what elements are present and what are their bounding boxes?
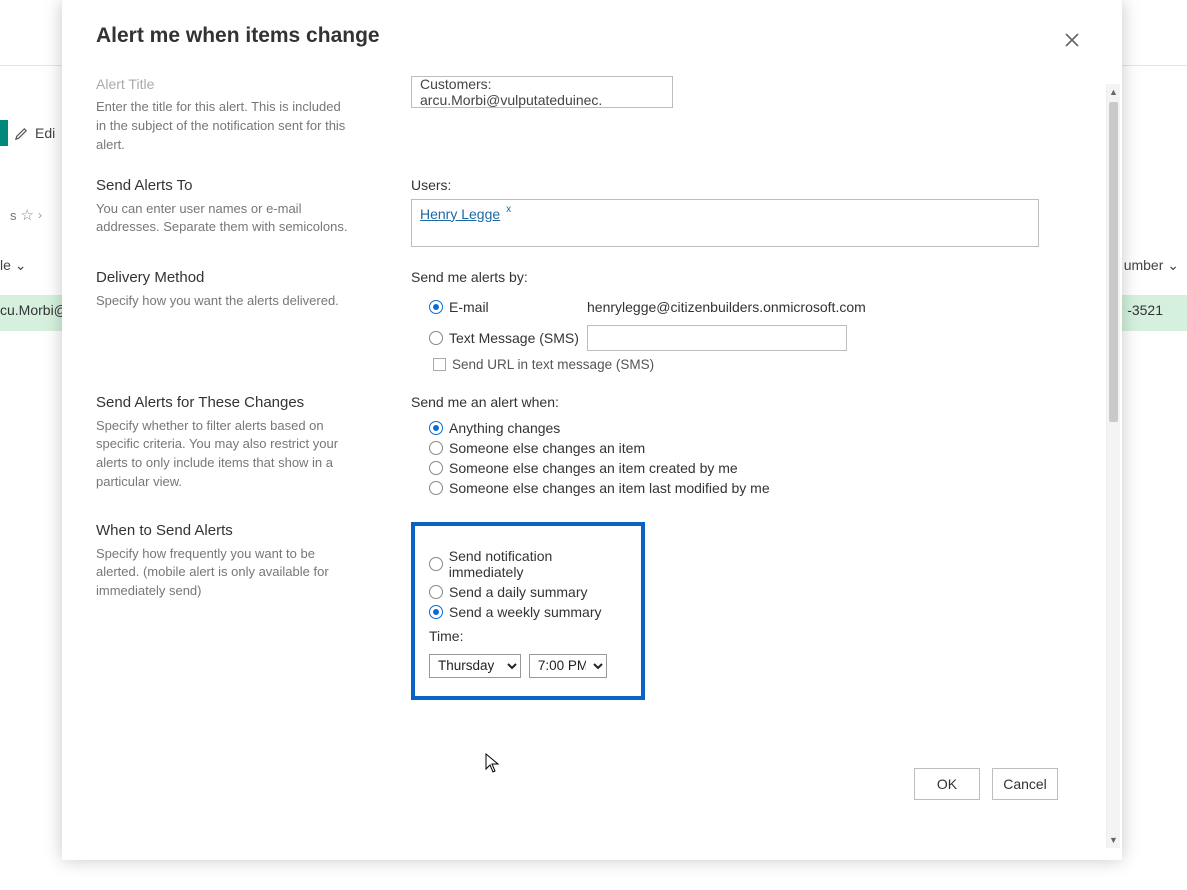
close-icon <box>1064 32 1080 48</box>
bg-row-left: cu.Morbi@ <box>0 302 68 318</box>
bg-crumb-s: s <box>10 208 17 223</box>
send-to-desc: You can enter user names or e-mail addre… <box>96 200 351 238</box>
changes-else-item-radio[interactable] <box>429 441 443 455</box>
when-highlight-box: Send notification immediately Send a dai… <box>411 522 645 700</box>
ok-button[interactable]: OK <box>914 768 980 800</box>
delivery-desc: Specify how you want the alerts delivere… <box>96 292 351 311</box>
close-button[interactable] <box>1056 24 1088 56</box>
time-select[interactable]: 7:00 PM <box>529 654 607 678</box>
sms-number-input[interactable] <box>587 325 847 351</box>
delivery-email-label: E-mail <box>449 299 489 315</box>
cancel-button[interactable]: Cancel <box>992 768 1058 800</box>
alert-title-value: Customers: arcu.Morbi@vulputateduinec. <box>420 76 664 108</box>
bg-accent-strip <box>0 120 8 146</box>
section-changes: Send Alerts for These Changes Specify wh… <box>96 372 1082 500</box>
changes-label: Send me an alert when: <box>411 394 1082 410</box>
delivery-sms-label: Text Message (SMS) <box>449 330 579 346</box>
dialog-footer: OK Cancel <box>914 768 1058 800</box>
bg-breadcrumb: s ☆ › <box>10 206 42 224</box>
changes-else-modified-radio[interactable] <box>429 481 443 495</box>
when-daily-label: Send a daily summary <box>449 584 588 600</box>
chevron-right-icon: › <box>38 208 42 222</box>
bg-row-number: -3521 <box>1127 302 1163 318</box>
when-immediate-radio[interactable] <box>429 557 443 571</box>
when-weekly-label: Send a weekly summary <box>449 604 602 620</box>
bg-edit-button[interactable]: Edi <box>0 120 55 146</box>
changes-else-created-radio[interactable] <box>429 461 443 475</box>
changes-else-modified-label: Someone else changes an item last modifi… <box>449 480 770 496</box>
changes-else-created-label: Someone else changes an item created by … <box>449 460 738 476</box>
delivery-label: Send me alerts by: <box>411 269 1082 285</box>
changes-desc: Specify whether to filter alerts based o… <box>96 417 351 492</box>
when-heading: When to Send Alerts <box>96 522 351 539</box>
sms-url-checkbox[interactable] <box>433 358 446 371</box>
changes-any-radio[interactable] <box>429 421 443 435</box>
delivery-email-value: henrylegge@citizenbuilders.onmicrosoft.c… <box>587 299 847 315</box>
chevron-down-icon: ⌄ <box>15 257 27 273</box>
changes-heading: Send Alerts for These Changes <box>96 394 351 411</box>
when-desc: Specify how frequently you want to be al… <box>96 545 351 602</box>
when-immediate-label: Send notification immediately <box>449 548 627 580</box>
section-when: When to Send Alerts Specify how frequent… <box>96 500 1082 700</box>
section-alert-title: Alert Title Enter the title for this ale… <box>96 62 1082 155</box>
bg-th-left[interactable]: le ⌄ <box>0 257 27 274</box>
delivery-heading: Delivery Method <box>96 269 351 286</box>
user-remove-icon[interactable]: x <box>506 204 511 215</box>
bg-th-number[interactable]: umber ⌄ <box>1124 257 1179 274</box>
when-daily-radio[interactable] <box>429 585 443 599</box>
changes-any-label: Anything changes <box>449 420 560 436</box>
changes-else-item-label: Someone else changes an item <box>449 440 645 456</box>
time-label: Time: <box>429 628 627 644</box>
delivery-email-radio[interactable] <box>429 300 443 314</box>
sms-url-label: Send URL in text message (SMS) <box>452 357 654 372</box>
star-icon[interactable]: ☆ <box>21 206 34 224</box>
when-weekly-radio[interactable] <box>429 605 443 619</box>
section-send-to: Send Alerts To You can enter user names … <box>96 155 1082 247</box>
user-chip[interactable]: Henry Legge <box>420 206 500 222</box>
bg-edit-label: Edi <box>35 125 55 141</box>
delivery-sms-radio[interactable] <box>429 331 443 345</box>
alert-title-heading: Alert Title <box>96 76 351 92</box>
alert-title-desc: Enter the title for this alert. This is … <box>96 98 351 155</box>
pencil-icon <box>14 126 29 141</box>
dialog-title: Alert me when items change <box>96 24 380 48</box>
users-input[interactable]: Henry Legge x <box>411 199 1039 247</box>
chevron-down-icon: ⌄ <box>1167 257 1179 273</box>
alert-settings-dialog: Alert me when items change ▲ ▼ Alert Tit… <box>62 0 1122 860</box>
alert-title-input[interactable]: Customers: arcu.Morbi@vulputateduinec. <box>411 76 673 108</box>
users-label: Users: <box>411 177 1082 193</box>
day-select[interactable]: Thursday <box>429 654 521 678</box>
send-to-heading: Send Alerts To <box>96 177 351 194</box>
section-delivery: Delivery Method Specify how you want the… <box>96 247 1082 372</box>
